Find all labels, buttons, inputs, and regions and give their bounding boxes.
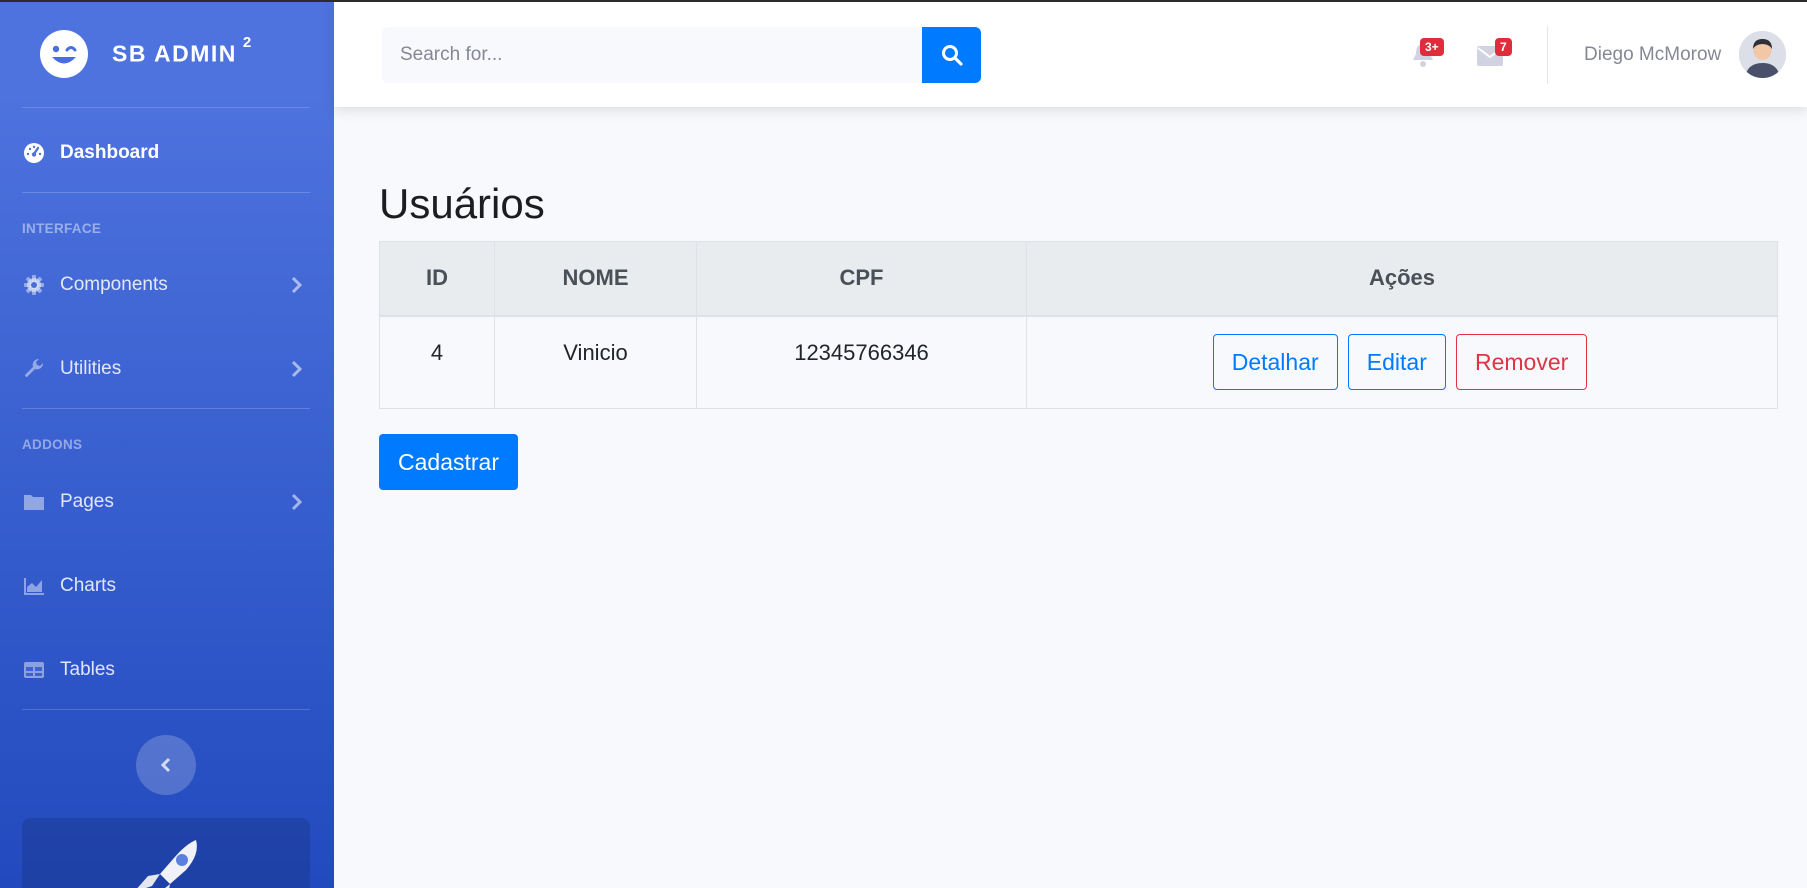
search-form: [382, 27, 982, 83]
search-icon: [941, 45, 963, 66]
tachometer-icon: [22, 141, 46, 165]
chevron-left-icon: [160, 757, 171, 773]
cell-cpf: 12345766346: [696, 315, 1027, 409]
users-table: ID NOME CPF Ações 4 Vinicio 12345766346 …: [379, 241, 1778, 409]
sidebar-item-dashboard[interactable]: Dashboard: [0, 125, 334, 181]
edit-button[interactable]: Editar: [1347, 334, 1446, 391]
sidebar-item-components[interactable]: Components: [0, 257, 334, 313]
cog-icon: [22, 273, 46, 297]
alerts-dropdown[interactable]: 3+: [1411, 34, 1451, 74]
column-header-acoes: Ações: [1026, 241, 1778, 317]
remove-button[interactable]: Remover: [1455, 334, 1588, 391]
column-header-id: ID: [379, 241, 495, 317]
table-header-row: ID NOME CPF Ações: [379, 241, 1778, 317]
sidebar: SB ADMIN 2 Dashboard INTERFACE Components…: [0, 0, 334, 888]
sidebar-item-tables[interactable]: Tables: [0, 642, 334, 698]
chevron-right-icon: [291, 276, 303, 294]
cell-actions: Detalhar Editar Remover: [1026, 315, 1778, 409]
rocket-icon: [137, 840, 197, 888]
sidebar-item-label: Pages: [60, 491, 114, 512]
chart-area-icon: [22, 574, 46, 598]
laugh-wink-icon: [40, 30, 88, 78]
sidebar-divider: [22, 709, 310, 710]
user-name[interactable]: Diego McMorow: [1584, 44, 1721, 66]
sidebar-item-label: Dashboard: [60, 142, 160, 163]
sidebar-item-label: Components: [60, 274, 168, 295]
sidebar-brand[interactable]: SB ADMIN 2: [0, 0, 334, 108]
sidebar-item-utilities[interactable]: Utilities: [0, 341, 334, 397]
table-row: 4 Vinicio 12345766346 Detalhar Editar Re…: [379, 315, 1778, 409]
sidebar-item-label: Tables: [60, 659, 115, 680]
sidebar-divider: [22, 408, 310, 409]
avatar[interactable]: [1739, 31, 1786, 78]
topbar-divider: [1547, 26, 1548, 84]
cell-id: 4: [379, 315, 495, 409]
alerts-count-badge: 3+: [1420, 38, 1444, 56]
brand-superscript: 2: [242, 34, 253, 51]
sidebar-item-label: Charts: [60, 575, 116, 596]
wrench-icon: [22, 357, 46, 381]
chevron-right-icon: [291, 360, 303, 378]
user-avatar-icon: [1739, 31, 1786, 78]
sidebar-divider: [22, 192, 310, 193]
sidebar-heading-interface: INTERFACE: [22, 221, 102, 236]
chevron-right-icon: [291, 493, 303, 511]
topbar: 3+ 7 Diego McMorow: [334, 0, 1807, 107]
sidebar-toggle-button[interactable]: [136, 735, 196, 795]
search-input[interactable]: [382, 27, 922, 83]
column-header-nome: NOME: [494, 241, 697, 317]
window-top-border: [0, 0, 1807, 2]
sidebar-item-pages[interactable]: Pages: [0, 474, 334, 530]
folder-icon: [22, 490, 46, 514]
column-header-cpf: CPF: [696, 241, 1027, 317]
search-button[interactable]: [922, 27, 981, 83]
messages-count-badge: 7: [1495, 38, 1512, 56]
cell-nome: Vinicio: [494, 315, 697, 409]
sidebar-promo-card: [22, 818, 310, 888]
sidebar-item-label: Utilities: [60, 358, 122, 379]
sidebar-divider: [22, 107, 310, 108]
page-title: Usuários: [379, 180, 545, 227]
detail-button[interactable]: Detalhar: [1212, 334, 1338, 391]
brand-title: SB ADMIN 2: [112, 34, 253, 67]
sidebar-heading-addons: ADDONS: [22, 437, 83, 452]
sidebar-item-charts[interactable]: Charts: [0, 558, 334, 614]
create-user-button[interactable]: Cadastrar: [379, 434, 518, 490]
messages-dropdown[interactable]: 7: [1477, 34, 1517, 74]
table-icon: [22, 658, 46, 682]
